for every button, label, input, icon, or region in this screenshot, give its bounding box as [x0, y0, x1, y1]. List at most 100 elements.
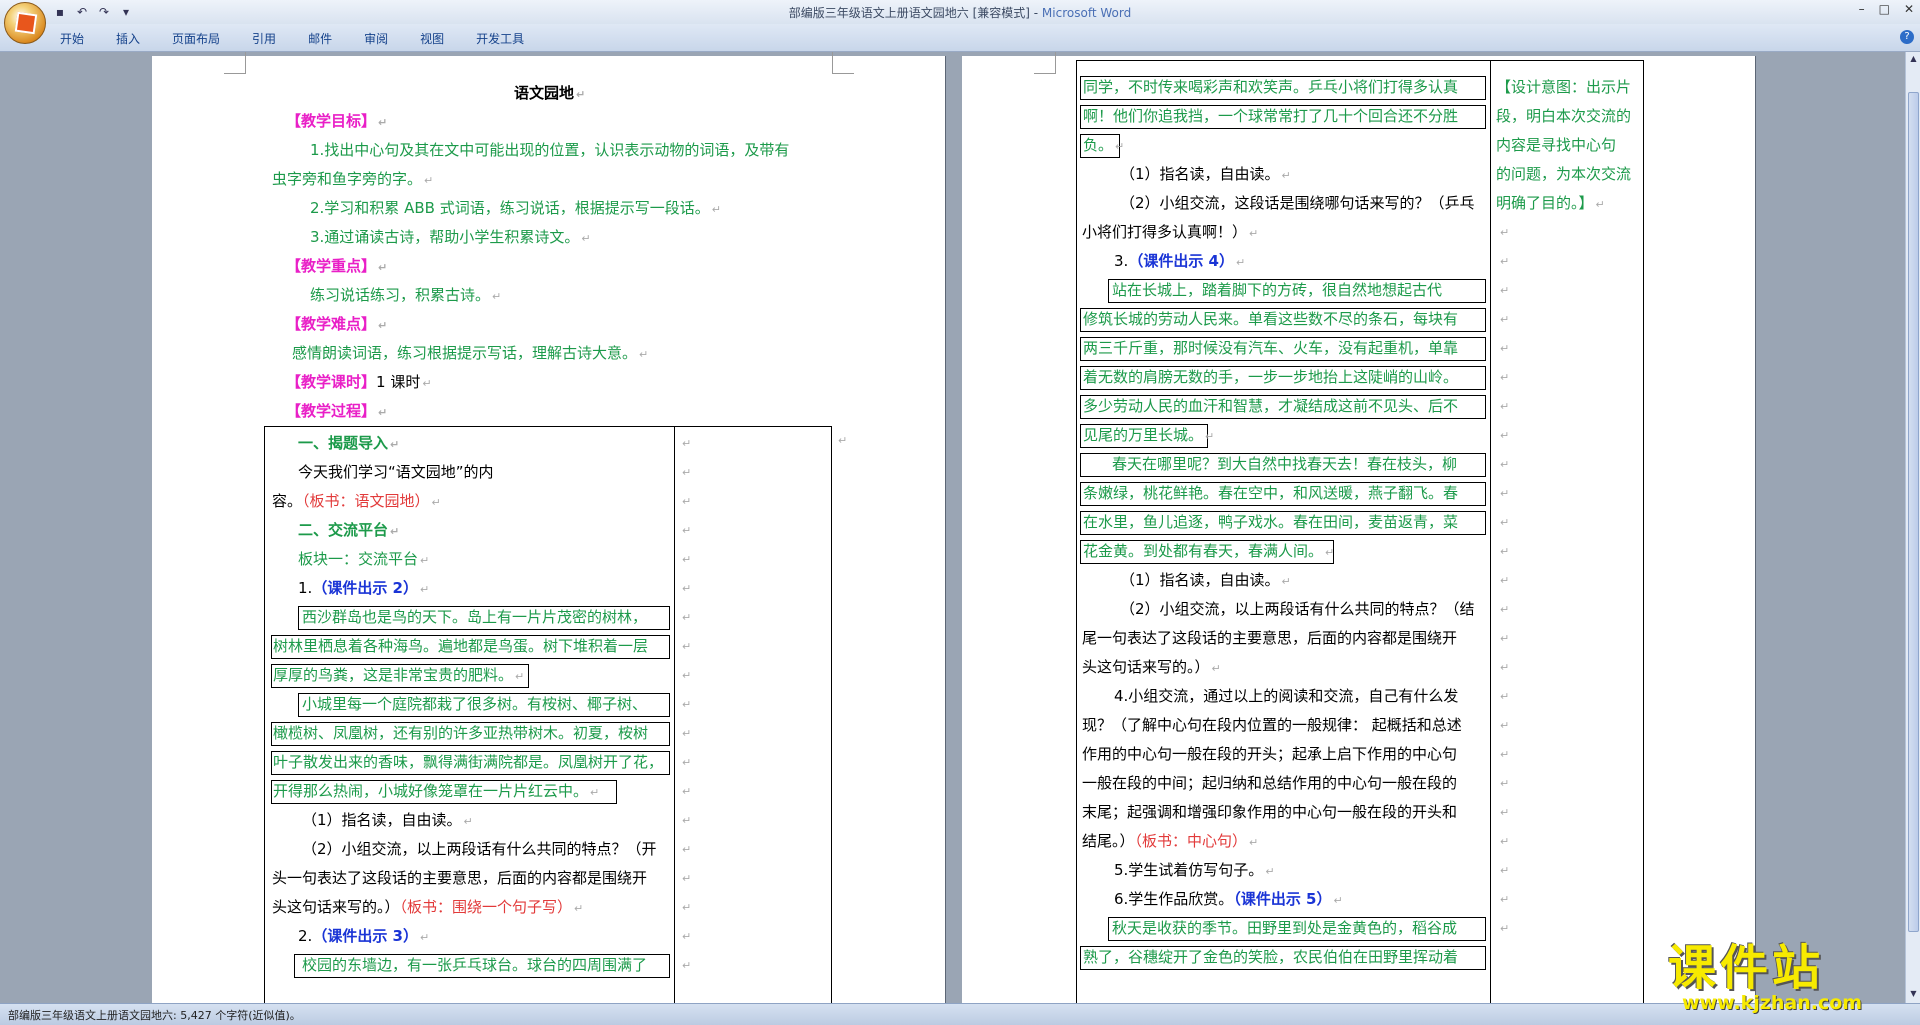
discussion-4-cont: 结尾。）（板书：中心句） ↵	[1082, 832, 1259, 850]
office-logo-icon	[14, 11, 38, 35]
passage-3-line: 校园的东墙边，有一张乒乓球台。球台的四周围满了	[302, 956, 648, 974]
design-note: 明确了目的。】 ↵	[1496, 194, 1605, 212]
table-divider	[1490, 60, 1491, 1003]
item-2: 2.（课件出示 3） ↵	[298, 927, 430, 945]
passage-5-line: 花金黄。到处都有春天，春满人间。 ↵	[1083, 542, 1335, 560]
tab-references[interactable]: 引用	[236, 30, 292, 48]
passage-1-line: 西沙群岛也是鸟的天下。岛上有一片片茂密的树林，	[302, 608, 648, 626]
passage-2-line: 开得那么热闹，小城好像笼罩在一片片红云中。 ↵	[273, 782, 600, 800]
cell-mark: ↵ ↵ ↵ ↵ ↵ ↵ ↵ ↵ ↵ ↵ ↵ ↵ ↵ ↵ ↵ ↵ ↵ ↵ ↵ ↵ ↵ ↵ ↵ ↵ ↵	[1500, 226, 1510, 935]
page-2: 同学，不时传来喝彩声和欢笑声。乒乓小将们打得多认真 啊！他们你追我挡，一个球常常…	[962, 52, 1756, 1003]
crop-mark	[224, 52, 246, 74]
document-area[interactable]: 语文园地 ↵ 【教学目标】 ↵ 1.找出中心句及其在文中可能出现的位置，认识表示动物…	[0, 52, 1905, 1003]
crop-mark	[832, 52, 854, 74]
tab-home[interactable]: 开始	[44, 30, 100, 48]
tab-mailings[interactable]: 邮件	[292, 30, 348, 48]
window-title: 部编版三年级语文上册语文园地六 [兼容模式] - Microsoft Word	[788, 6, 1132, 20]
title-bar: ▪ ↶ ↷ ▾ 部编版三年级语文上册语文园地六 [兼容模式] - Microso…	[0, 0, 1920, 24]
discussion-4: 4.小组交流，通过以上的阅读和交流，自己有什么发	[1114, 687, 1459, 705]
design-note: 段，明白本次交流的	[1496, 107, 1632, 125]
question-4-cont: 头这句话来写的。） ↵	[1082, 658, 1221, 676]
passage-5-line: 条嫩绿，桃花鲜艳。春在空中，和风送暖，燕子翻飞。春	[1083, 484, 1459, 502]
question-2: （2）小组交流，这段话是围绕哪句话来写的？（乒乓	[1120, 194, 1475, 212]
discussion-4-cont: 末尾；起强调和增强印象作用的中心句一般在段的开头和	[1082, 803, 1458, 821]
passage-4-line: 多少劳动人民的血汗和智慧，才凝结成这前不见头、后不	[1083, 397, 1459, 415]
item-1: 1.（课件出示 2） ↵	[298, 579, 430, 597]
table-divider	[674, 426, 675, 1003]
goal-3: 3.通过诵读古诗，帮助小学生积累诗文。 ↵	[310, 228, 591, 246]
status-bar: 部编版三年级语文上册语文园地六: 5,427 个字符(近似值)。	[0, 1003, 1920, 1025]
question-4-cont: 尾一句表达了这段话的主要意思，后面的内容都是围绕开	[1082, 629, 1458, 647]
design-note: 的问题，为本次交流	[1496, 165, 1632, 183]
row-mark: ↵	[838, 434, 848, 447]
heading-difficulty: 【教学难点】 ↵	[286, 315, 388, 333]
ribbon-tab-bar: 开始 插入 页面布局 引用 邮件 审阅 视图 开发工具 ?	[0, 24, 1920, 52]
design-note: 内容是寻找中心句	[1496, 136, 1617, 154]
question-3: （1）指名读，自由读。 ↵	[1120, 571, 1291, 589]
section-1: 一、揭题导入 ↵	[298, 434, 400, 452]
scroll-up-icon[interactable]: ▲	[1908, 54, 1919, 66]
heading-process: 【教学过程】 ↵	[286, 402, 388, 420]
passage-4-line: 站在长城上，踏着脚下的方砖，很自然地想起古代	[1112, 281, 1443, 299]
question-2-cont: 小将们打得多认真啊！） ↵	[1082, 223, 1259, 241]
passage-4-line: 着无数的肩膀无数的手，一步一步地抬上这陡峭的山岭。	[1083, 368, 1459, 386]
watermark-logo: 课件站 www.kjzhan.com	[1668, 928, 1904, 1014]
design-note: 【设计意图：出示片	[1496, 78, 1632, 96]
section-2: 二、交流平台 ↵	[298, 521, 400, 539]
vertical-scrollbar[interactable]: ▲ ▼	[1905, 52, 1920, 1003]
passage-5-line: 在水里，鱼儿追逐，鸭子戏水。春在田间，麦苗返青，菜	[1083, 513, 1459, 531]
heading-goals: 【教学目标】 ↵	[286, 112, 388, 130]
office-button[interactable]	[4, 2, 46, 44]
key-text: 练习说话练习，积累古诗。 ↵	[310, 286, 502, 304]
class-hours: 【教学课时】1 课时 ↵	[286, 373, 432, 391]
maximize-icon[interactable]: □	[1879, 2, 1890, 16]
passage-1-line: 厚厚的鸟粪，这是非常宝贵的肥料。 ↵	[273, 666, 525, 684]
tab-insert[interactable]: 插入	[100, 30, 156, 48]
passage-3-line: 啊！他们你追我挡，一个球常常打了几十个回合还不分胜	[1083, 107, 1459, 125]
scroll-thumb[interactable]	[1908, 92, 1919, 932]
tab-page-layout[interactable]: 页面布局	[156, 30, 236, 48]
passage-2-line: 叶子散发出来的香味，飘得满街满院都是。凤凰树开了花，	[273, 753, 664, 771]
minimize-icon[interactable]: –	[1859, 2, 1865, 16]
question-1: （1）指名读，自由读。 ↵	[302, 811, 473, 829]
passage-4-line: 两三千斤重，那时候没有汽车、火车，没有起重机，单靠	[1083, 339, 1459, 357]
goal-2: 2.学习和积累 ABB 式词语，练习说话，根据提示写一段话。 ↵	[310, 199, 721, 217]
difficulty-text: 感情朗读词语，练习根据提示写话，理解古诗大意。 ↵	[292, 344, 649, 362]
discussion-4-cont: 作用的中心句一般在段的开头；起承上启下作用的中心句	[1082, 745, 1458, 763]
passage-4-line: 见尾的万里长城。 ↵	[1083, 426, 1215, 444]
passage-1-line: 树林里栖息着各种海鸟。遍地都是鸟蛋。树下堆积着一层	[273, 637, 649, 655]
page-title: 语文园地 ↵	[514, 84, 586, 102]
step-5: 5.学生试着仿写句子。 ↵	[1114, 861, 1275, 879]
goal-1: 1.找出中心句及其在文中可能出现的位置，认识表示动物的词语，及带有	[310, 141, 790, 159]
passage-4-line: 修筑长城的劳动人民来。单看这些数不尽的条石，每块有	[1083, 310, 1459, 328]
close-icon[interactable]: ✕	[1904, 2, 1914, 16]
status-text: 部编版三年级语文上册语文园地六: 5,427 个字符(近似值)。	[8, 1009, 301, 1022]
help-icon[interactable]: ?	[1900, 30, 1914, 44]
passage-6-line: 秋天是收获的季节。田野里到处是金黄色的，稻谷成	[1112, 919, 1458, 937]
passage-2-line: 橄榄树、凤凰树，还有别的许多亚热带树木。初夏，桉树	[273, 724, 649, 742]
discussion-4-cont: 一般在段的中间；起归纳和总结作用的中心句一般在段的	[1082, 774, 1458, 792]
passage-6-line: 熟了，谷穗绽开了金色的笑脸，农民伯伯在田野里挥动着	[1083, 948, 1459, 966]
section-1-text: 今天我们学习“语文园地”的内	[298, 463, 494, 481]
goal-1-cont: 虫字旁和鱼字旁的字。 ↵	[272, 170, 434, 188]
discussion-4-cont: 现？（了解中心句在段内位置的一般规律： 起概括和总述	[1082, 716, 1462, 734]
passage-5-line: 春天在哪里呢？到大自然中找春天去！春在枝头，柳	[1112, 455, 1458, 473]
item-3: 3.（课件出示 4） ↵	[1114, 252, 1246, 270]
question-2-cont: 头这句话来写的。）（板书：围绕一个句子写） ↵	[272, 898, 584, 916]
scroll-down-icon[interactable]: ▼	[1908, 989, 1919, 1001]
question-2: （2）小组交流，以上两段话有什么共同的特点？（开	[302, 840, 657, 858]
logo-url: www.kjzhan.com	[1682, 992, 1863, 1014]
question-1: （1）指名读，自由读。 ↵	[1120, 165, 1291, 183]
passage-3-line: 同学，不时传来喝彩声和欢笑声。乒乓小将们打得多认真	[1083, 78, 1459, 96]
section-1-text-cont: 容。（板书：语文园地） ↵	[272, 492, 441, 510]
tab-review[interactable]: 审阅	[348, 30, 404, 48]
logo-text: 课件站	[1668, 940, 1825, 996]
passage-3-line: 负。 ↵	[1083, 136, 1125, 154]
tab-developer[interactable]: 开发工具	[460, 30, 540, 48]
heading-key: 【教学重点】 ↵	[286, 257, 388, 275]
crop-mark	[1034, 52, 1056, 74]
step-6: 6.学生作品欣赏。（课件出示 5） ↵	[1114, 890, 1343, 908]
window-controls: – □ ✕	[1859, 2, 1914, 16]
cell-mark: ↵ ↵ ↵ ↵ ↵ ↵ ↵ ↵ ↵ ↵ ↵ ↵ ↵ ↵ ↵ ↵ ↵ ↵ ↵	[682, 437, 692, 972]
tab-view[interactable]: 视图	[404, 30, 460, 48]
